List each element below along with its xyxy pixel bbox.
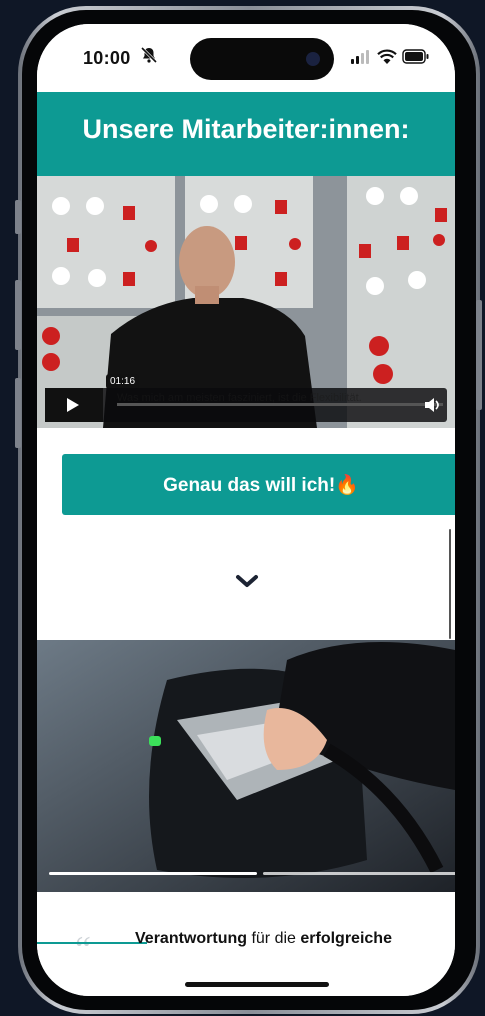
- chevron-down-icon[interactable]: [234, 572, 260, 590]
- phone-screen: 10:00 Unsere Mitarbeiter:innen: 01:16 Wa…: [37, 24, 455, 996]
- video-subtitle: Was mich am meisten fasziniert, ist die …: [117, 392, 362, 404]
- home-indicator[interactable]: [185, 982, 329, 987]
- wifi-icon: [377, 49, 397, 64]
- apply-button[interactable]: Genau das will ich!🔥: [62, 454, 455, 515]
- power-button: [476, 300, 482, 410]
- play-icon: [67, 398, 79, 412]
- video-time-badge: 01:16: [106, 374, 140, 389]
- carousel-slide[interactable]: [37, 640, 455, 892]
- accent-line: [37, 942, 147, 944]
- dynamic-island: [190, 38, 334, 80]
- scrollbar[interactable]: [449, 529, 451, 639]
- volume-up-button: [15, 280, 21, 350]
- signal-icon: [351, 50, 369, 64]
- page-title: Unsere Mitarbeiter:innen:: [82, 114, 410, 144]
- quote-icon: “: [75, 929, 91, 969]
- clock: 10:00: [83, 48, 131, 68]
- bell-slash-icon: [140, 46, 158, 64]
- side-button: [15, 200, 21, 234]
- play-button[interactable]: [45, 388, 103, 422]
- camera-icon: [306, 52, 320, 66]
- testimonial-text: Verantwortung für die erfolgreiche: [135, 930, 392, 948]
- quote-word-1: Verantwortung: [135, 930, 248, 947]
- ev-charging-photo: [37, 640, 455, 892]
- volume-down-button: [15, 378, 21, 448]
- battery-icon: [402, 49, 429, 64]
- quote-word-2: erfolgreiche: [300, 930, 392, 947]
- quote-mid: für die: [247, 930, 301, 947]
- video-player[interactable]: 01:16 Was mich am meisten fasziniert, is…: [37, 176, 455, 428]
- carousel-indicator-2[interactable]: [263, 872, 455, 875]
- testimonial: “ Verantwortung für die erfolgreiche: [37, 892, 455, 996]
- volume-icon[interactable]: [423, 396, 443, 414]
- status-bar: 10:00: [37, 24, 455, 92]
- page-header: Unsere Mitarbeiter:innen:: [37, 92, 455, 176]
- carousel-indicator-1[interactable]: [49, 872, 257, 875]
- status-icons: [351, 49, 429, 64]
